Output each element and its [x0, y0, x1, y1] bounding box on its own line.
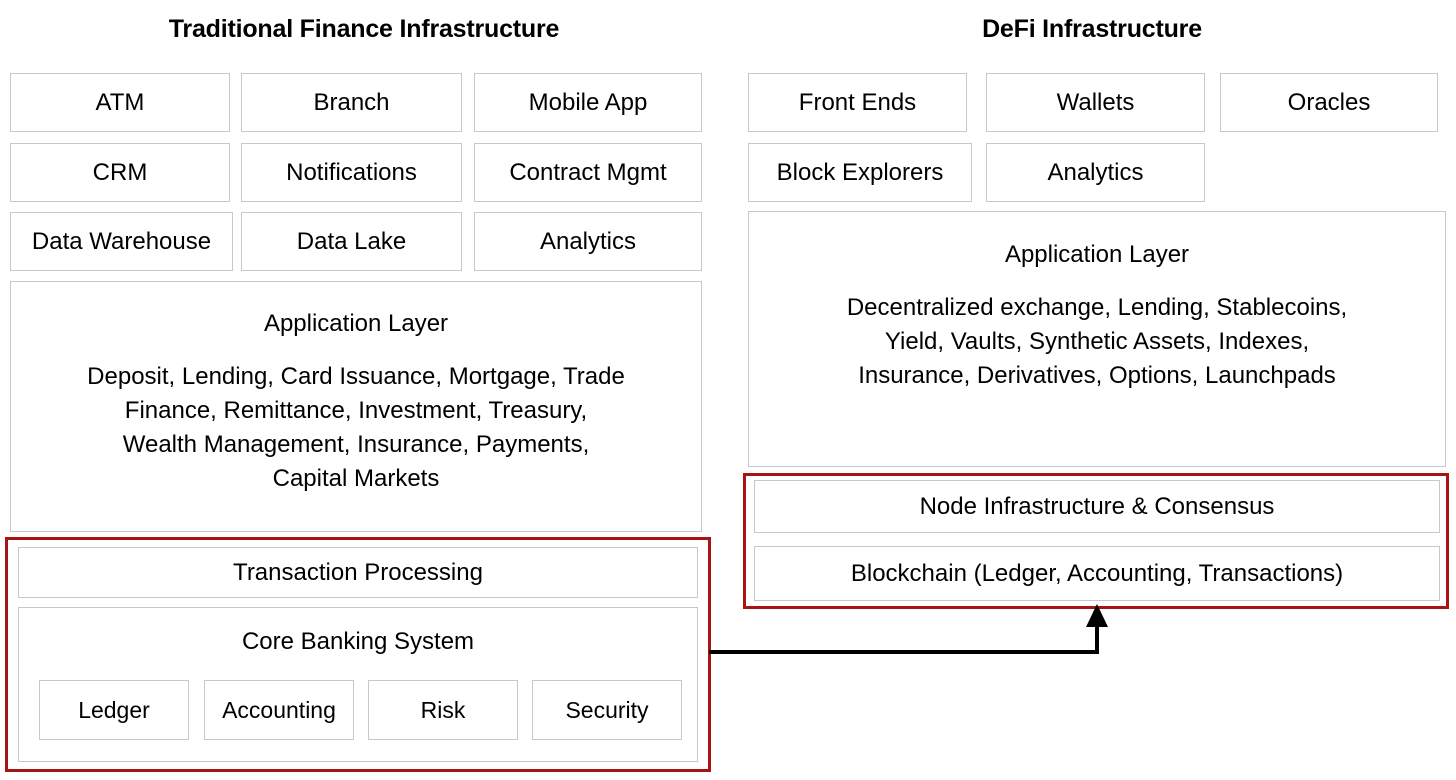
box-mobile-app[interactable]: Mobile App [474, 73, 702, 132]
box-transaction-processing-label: Transaction Processing [233, 558, 483, 586]
left-application-layer-body: Deposit, Lending, Card Issuance, Mortgag… [87, 362, 625, 493]
defi-column: DeFi Infrastructure [728, 0, 1456, 42]
traditional-finance-title: Traditional Finance Infrastructure [168, 15, 560, 43]
box-oracles[interactable]: Oracles [1220, 73, 1438, 132]
box-contract-mgmt[interactable]: Contract Mgmt [474, 143, 702, 202]
box-atm-label: ATM [95, 88, 145, 116]
left-application-layer-title: Application Layer [263, 310, 449, 337]
connector-arrow-line [709, 620, 1099, 654]
box-node-infrastructure-label: Node Infrastructure & Consensus [919, 492, 1275, 520]
box-mobile-app-label: Mobile App [528, 88, 648, 116]
right-application-layer-body: Decentralized exchange, Lending, Stablec… [846, 293, 1348, 389]
box-block-explorers-label: Block Explorers [776, 158, 944, 186]
box-block-explorers[interactable]: Block Explorers [748, 143, 972, 202]
defi-title: DeFi Infrastructure [982, 15, 1202, 43]
box-core-banking-system[interactable]: Core Banking System Ledger Accounting Ri… [18, 607, 698, 762]
box-contract-mgmt-label: Contract Mgmt [509, 158, 667, 186]
box-atm[interactable]: ATM [10, 73, 230, 132]
box-blockchain-label: Blockchain (Ledger, Accounting, Transact… [850, 559, 1344, 587]
box-notifications-label: Notifications [286, 158, 417, 186]
box-crm-label: CRM [92, 158, 148, 186]
box-data-lake[interactable]: Data Lake [241, 212, 462, 271]
right-application-layer-title: Application Layer [1004, 241, 1190, 268]
box-risk[interactable]: Risk [368, 680, 518, 740]
box-ledger[interactable]: Ledger [39, 680, 189, 740]
box-data-lake-label: Data Lake [296, 227, 407, 255]
traditional-finance-column: Traditional Finance Infrastructure [0, 0, 728, 42]
box-branch-label: Branch [313, 88, 390, 116]
box-analytics-left[interactable]: Analytics [474, 212, 702, 271]
box-security-label: Security [565, 696, 649, 723]
box-data-warehouse-label: Data Warehouse [31, 227, 212, 255]
box-notifications[interactable]: Notifications [241, 143, 462, 202]
box-wallets[interactable]: Wallets [986, 73, 1205, 132]
right-application-layer[interactable]: Application Layer Decentralized exchange… [748, 211, 1446, 467]
left-application-layer[interactable]: Application Layer Deposit, Lending, Card… [10, 281, 702, 532]
box-security[interactable]: Security [532, 680, 682, 740]
box-branch[interactable]: Branch [241, 73, 462, 132]
box-blockchain[interactable]: Blockchain (Ledger, Accounting, Transact… [754, 546, 1440, 601]
core-banking-system-title: Core Banking System [241, 628, 475, 655]
box-front-ends-label: Front Ends [798, 88, 917, 116]
box-ledger-label: Ledger [78, 696, 150, 723]
box-analytics-left-label: Analytics [539, 227, 637, 255]
box-data-warehouse[interactable]: Data Warehouse [10, 212, 233, 271]
box-wallets-label: Wallets [1056, 88, 1135, 116]
box-risk-label: Risk [420, 696, 466, 723]
box-analytics-right[interactable]: Analytics [986, 143, 1205, 202]
box-analytics-right-label: Analytics [1047, 158, 1144, 186]
box-oracles-label: Oracles [1287, 88, 1371, 116]
diagram-canvas: Traditional Finance Infrastructure ATM B… [0, 0, 1456, 780]
box-transaction-processing[interactable]: Transaction Processing [18, 547, 698, 598]
box-crm[interactable]: CRM [10, 143, 230, 202]
box-accounting[interactable]: Accounting [204, 680, 354, 740]
box-front-ends[interactable]: Front Ends [748, 73, 967, 132]
box-accounting-label: Accounting [222, 696, 336, 723]
box-node-infrastructure[interactable]: Node Infrastructure & Consensus [754, 480, 1440, 533]
